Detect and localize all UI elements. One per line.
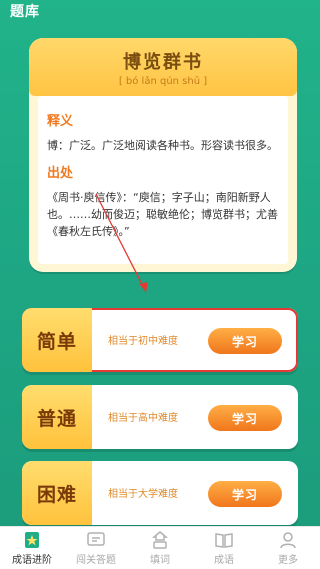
source-text: 《周书·庾信传》：“庾信；字子山；南阳新野人也。……幼而俊迈；聪敏绝伦；博览群书…: [47, 191, 278, 238]
idiom-title: 博览群书: [123, 52, 203, 73]
fill-word-icon: [151, 530, 169, 549]
top-bar: 题库: [0, 0, 320, 22]
level-normal-name: 普通: [22, 385, 92, 449]
nav-label: 成语进阶: [12, 554, 52, 566]
nav-item-idiom-advance[interactable]: 成语进阶: [0, 527, 64, 569]
nav-label: 闯关答题: [76, 554, 116, 566]
level-easy-name: 简单: [22, 308, 92, 372]
level-hard-name: 困难: [22, 461, 92, 525]
level-normal-card[interactable]: 普通 相当于高中难度 学习: [22, 385, 298, 449]
bottom-nav: 成语进阶 闯关答题 填词 成语 更多: [0, 526, 320, 569]
study-hard-button[interactable]: 学习: [208, 481, 282, 507]
idiom-body: 释义 博：广泛。广泛地阅读各种书。形容读书很多。 出处 《周书·庾信传》：“庾信…: [38, 96, 288, 264]
source-label: 出处: [47, 166, 74, 181]
idiom-advance-icon: [25, 531, 39, 548]
nav-item-quiz[interactable]: 闯关答题: [64, 527, 128, 569]
level-hard-desc: 相当于大学难度: [108, 489, 178, 500]
nav-label: 成语: [214, 554, 234, 566]
study-easy-button[interactable]: 学习: [208, 328, 282, 354]
level-easy-card[interactable]: 简单 相当于初中难度 学习: [22, 308, 298, 372]
idiom-header: 博览群书 [ bó lǎn qún shū ]: [29, 38, 297, 96]
page-title: 题库: [10, 4, 40, 20]
nav-label: 填词: [150, 554, 170, 566]
quiz-icon: [87, 531, 105, 546]
level-hard-card[interactable]: 困难 相当于大学难度 学习: [22, 461, 298, 525]
meaning-label: 释义: [47, 114, 74, 129]
idiom-card: 博览群书 [ bó lǎn qún shū ] 释义 博：广泛。广泛地阅读各种书…: [29, 38, 297, 272]
nav-label: 更多: [278, 554, 298, 566]
nav-item-more[interactable]: 更多: [256, 527, 320, 569]
level-easy-desc: 相当于初中难度: [108, 336, 178, 347]
study-normal-button[interactable]: 学习: [208, 405, 282, 431]
idiom-pinyin: [ bó lǎn qún shū ]: [118, 76, 208, 87]
person-icon: [280, 531, 296, 548]
level-normal-desc: 相当于高中难度: [108, 413, 178, 424]
book-icon: [215, 532, 233, 548]
meaning-text: 博：广泛。广泛地阅读各种书。形容读书很多。: [47, 139, 278, 152]
nav-item-idiom[interactable]: 成语: [192, 527, 256, 569]
nav-item-fill-word[interactable]: 填词: [128, 527, 192, 569]
